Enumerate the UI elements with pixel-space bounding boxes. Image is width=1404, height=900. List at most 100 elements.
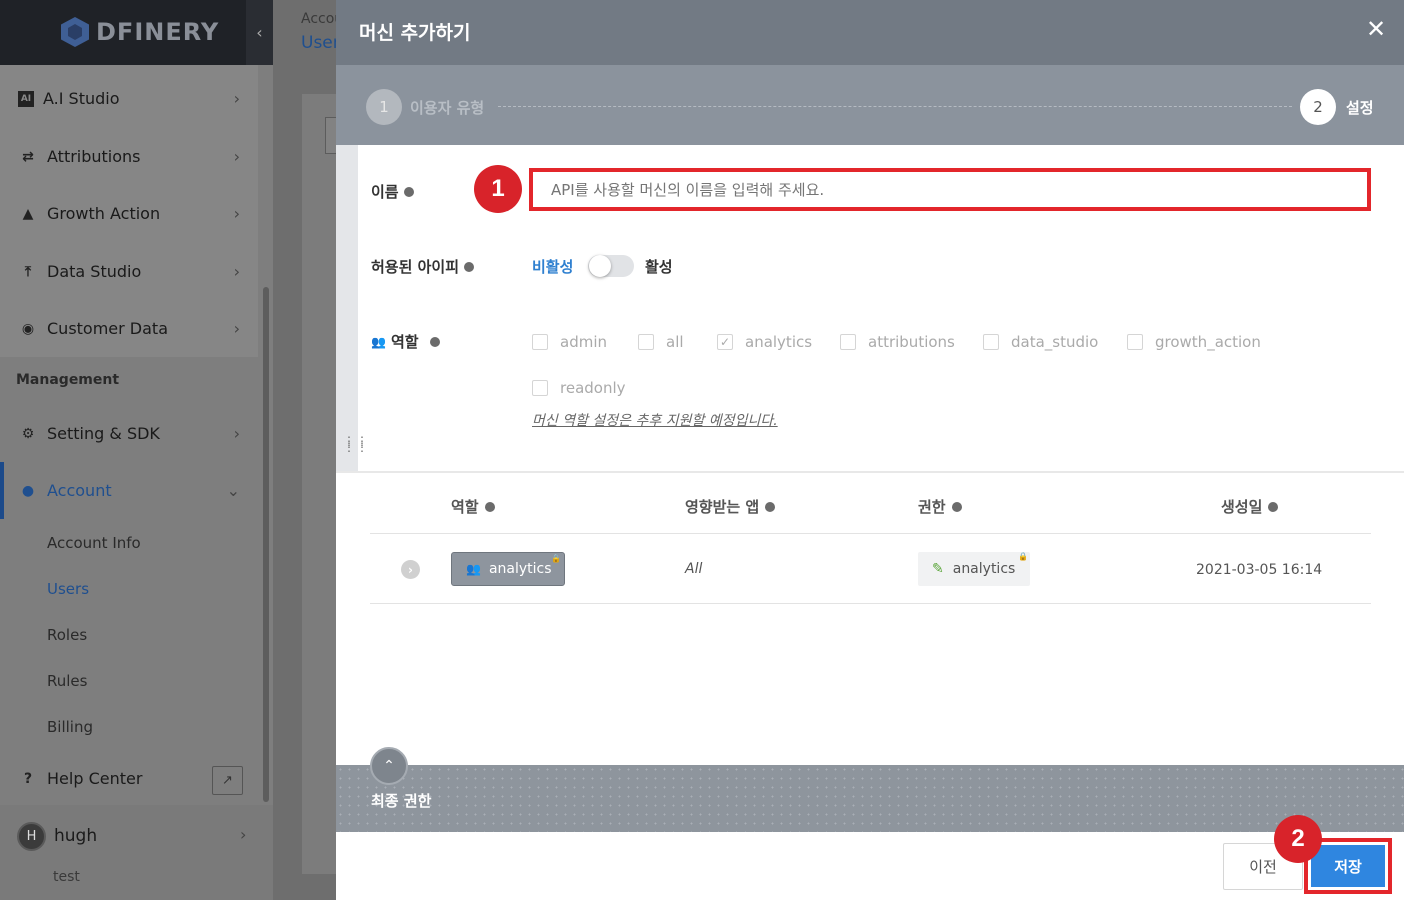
info-icon[interactable] bbox=[429, 336, 440, 347]
info-icon[interactable] bbox=[464, 261, 475, 272]
account-icon: ● bbox=[21, 482, 35, 499]
checkbox-label: attributions bbox=[868, 333, 955, 351]
section-label-management: Management bbox=[16, 372, 120, 388]
role-checkbox-analytics[interactable]: ✓ analytics bbox=[717, 333, 812, 351]
external-link-icon[interactable]: ↗ bbox=[212, 766, 243, 795]
lock-icon: 🔒 bbox=[1018, 552, 1028, 561]
step-2-circle: 2 bbox=[1300, 89, 1336, 125]
avatar: H bbox=[17, 822, 46, 851]
chevron-down-icon: ⌄ bbox=[226, 481, 240, 500]
chevron-right-icon: › bbox=[233, 147, 240, 166]
header-text: 역할 bbox=[451, 498, 479, 516]
sidebar-subitem-account-info[interactable]: Account Info bbox=[47, 534, 141, 552]
info-icon[interactable] bbox=[951, 501, 962, 512]
close-icon[interactable]: ✕ bbox=[1366, 15, 1386, 43]
checkbox[interactable] bbox=[983, 334, 999, 350]
lock-icon: 🔒 bbox=[551, 554, 561, 563]
sidebar-item-setting-sdk[interactable]: ⚙ Setting & SDK › bbox=[0, 405, 258, 462]
sidebar-subitem-rules[interactable]: Rules bbox=[47, 672, 87, 690]
checkbox-label: admin bbox=[560, 333, 607, 351]
resize-handle-bar[interactable] bbox=[336, 145, 358, 471]
created-date-value: 2021-03-05 16:14 bbox=[1196, 562, 1323, 578]
chevron-right-icon: › bbox=[233, 424, 240, 443]
stepper bbox=[336, 65, 1404, 145]
pencil-icon: ✎ bbox=[932, 561, 944, 577]
final-permission-panel[interactable] bbox=[336, 765, 1404, 832]
column-header-created: 생성일 bbox=[1221, 496, 1279, 517]
sidebar-subitem-billing[interactable]: Billing bbox=[47, 718, 93, 736]
info-icon[interactable] bbox=[403, 186, 414, 197]
page-title: User bbox=[301, 33, 340, 53]
sidebar-scrollbar[interactable] bbox=[263, 287, 269, 802]
attributions-icon: ⇄ bbox=[22, 148, 34, 165]
column-header-permission: 권한 bbox=[918, 496, 962, 517]
divider bbox=[370, 533, 1371, 534]
gear-icon: ⚙ bbox=[21, 425, 35, 442]
info-icon[interactable] bbox=[484, 501, 495, 512]
role-checkbox-all[interactable]: all bbox=[638, 333, 684, 351]
role-chip-label: analytics bbox=[488, 561, 552, 577]
sidebar-item-customer-data[interactable]: ◉ Customer Data › bbox=[0, 300, 258, 357]
sidebar-subitem-users[interactable]: Users bbox=[47, 580, 89, 598]
sidebar-item-growth-action[interactable]: ▲ Growth Action › bbox=[0, 185, 258, 242]
toggle-on-label: 활성 bbox=[645, 258, 673, 276]
modal-header: 머신 추가하기 ✕ bbox=[336, 0, 1404, 65]
growth-action-icon: ▲ bbox=[22, 205, 34, 222]
sidebar-item-label: Account bbox=[47, 481, 112, 500]
checkbox[interactable] bbox=[1127, 334, 1143, 350]
background-card bbox=[302, 94, 336, 874]
header-text: 영향받는 앱 bbox=[685, 498, 760, 516]
save-button[interactable]: 저장 bbox=[1311, 845, 1385, 887]
sidebar-item-attributions[interactable]: ⇄ Attributions › bbox=[0, 128, 258, 185]
sidebar-item-label: A.I Studio bbox=[43, 89, 120, 108]
sidebar-subitem-roles[interactable]: Roles bbox=[47, 626, 87, 644]
step-1-label: 이용자 유형 bbox=[410, 99, 485, 117]
sidebar-item-ai-studio[interactable]: AI A.I Studio › bbox=[0, 70, 258, 127]
info-icon[interactable] bbox=[765, 501, 776, 512]
user-name: hugh bbox=[54, 826, 98, 846]
role-checkbox-data-studio[interactable]: data_studio bbox=[983, 333, 1098, 351]
sidebar-collapse-button[interactable]: ‹ bbox=[246, 0, 273, 65]
checkbox[interactable] bbox=[638, 334, 654, 350]
checkmark-icon[interactable]: ✓ bbox=[717, 334, 733, 350]
checkbox[interactable] bbox=[840, 334, 856, 350]
role-checkbox-readonly[interactable]: readonly bbox=[532, 379, 626, 397]
user-org: test bbox=[53, 869, 80, 885]
checkbox-label: all bbox=[666, 333, 684, 351]
role-checkbox-admin[interactable]: admin bbox=[532, 333, 607, 351]
role-note: 머신 역할 설정은 추후 지원할 예정입니다. bbox=[532, 413, 778, 429]
checkbox[interactable] bbox=[532, 334, 548, 350]
sidebar-item-data-studio[interactable]: ⤒ Data Studio › bbox=[0, 243, 258, 300]
header-text: 생성일 bbox=[1221, 498, 1263, 516]
machine-name-input[interactable] bbox=[529, 168, 1371, 211]
step-1-circle: 1 bbox=[366, 89, 402, 125]
sidebar-item-account[interactable]: ● Account ⌄ bbox=[0, 462, 258, 519]
chevron-right-icon: › bbox=[233, 204, 240, 223]
name-label-text: 이름 bbox=[371, 183, 399, 201]
name-label: 이름 bbox=[371, 181, 414, 202]
logo[interactable]: DFINERY bbox=[60, 16, 219, 48]
permission-chip[interactable]: ✎ analytics 🔒 bbox=[918, 552, 1030, 586]
sidebar: DFINERY ‹ AI A.I Studio › ⇄ Attributions… bbox=[0, 0, 273, 900]
checkbox[interactable] bbox=[532, 380, 548, 396]
role-checkbox-growth-action[interactable]: growth_action bbox=[1127, 333, 1261, 351]
toggle-knob[interactable] bbox=[589, 255, 611, 277]
chevron-up-icon[interactable]: ⌃ bbox=[370, 747, 408, 785]
user-area[interactable]: H hugh › test bbox=[0, 805, 273, 900]
role-checkbox-attributions[interactable]: attributions bbox=[840, 333, 955, 351]
annotation-badge-1: 1 bbox=[474, 165, 522, 213]
expand-row-icon[interactable]: › bbox=[401, 560, 420, 579]
sidebar-item-label: Setting & SDK bbox=[47, 424, 160, 443]
users-icon: 👥 bbox=[466, 562, 481, 576]
role-chip[interactable]: 👥 analytics 🔒 bbox=[451, 552, 565, 586]
checkbox-label: readonly bbox=[560, 379, 626, 397]
info-icon[interactable] bbox=[1268, 501, 1279, 512]
toggle-off-label: 비활성 bbox=[532, 258, 574, 276]
role-users-icon: 👥 bbox=[371, 334, 386, 349]
divider bbox=[370, 603, 1371, 604]
column-header-role: 역할 bbox=[451, 496, 495, 517]
role-label-text: 역할 bbox=[390, 333, 419, 351]
chevron-right-icon: › bbox=[233, 89, 240, 108]
chevron-right-icon: › bbox=[233, 319, 240, 338]
drag-handle-icon[interactable]: ⋮⋮ ⋮⋮ bbox=[343, 435, 369, 453]
